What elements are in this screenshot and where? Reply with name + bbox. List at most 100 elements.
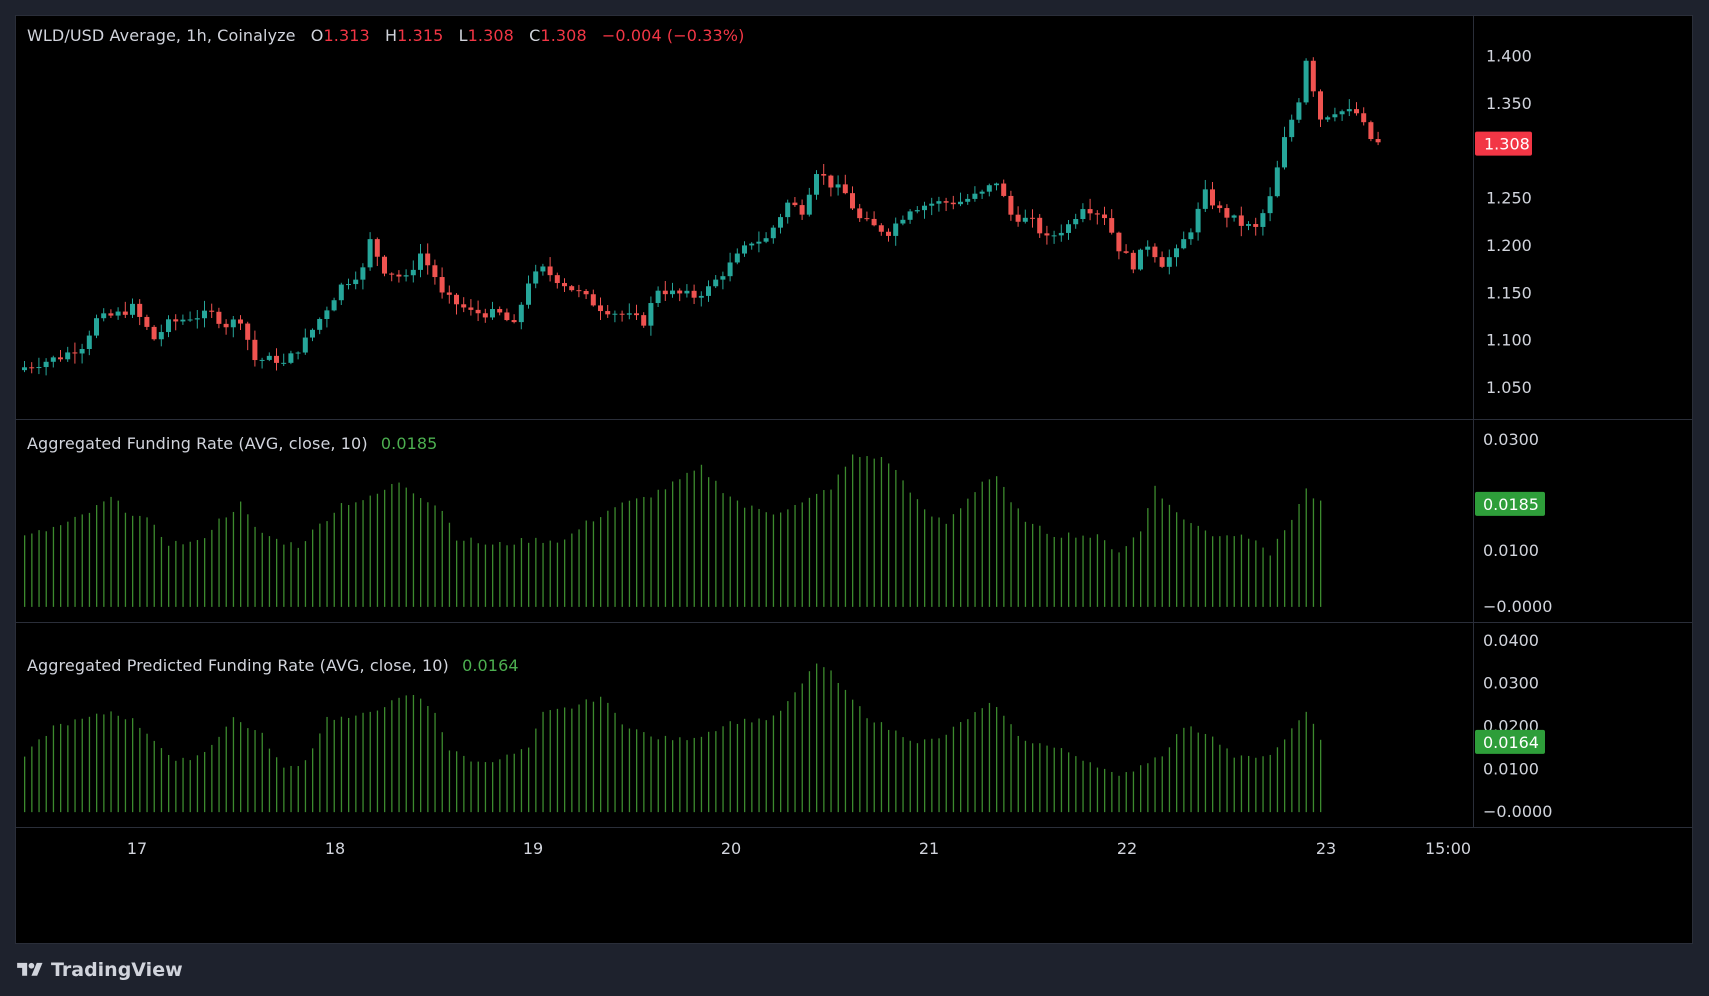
predicted-bar xyxy=(672,740,674,813)
candle xyxy=(886,228,891,242)
candle-body xyxy=(1058,232,1064,236)
predicted-bar xyxy=(1089,762,1091,813)
candle xyxy=(1260,209,1266,236)
candle xyxy=(468,299,474,316)
predicted-bar xyxy=(650,736,652,813)
funding-bar xyxy=(988,479,991,607)
predicted-bar xyxy=(247,728,249,813)
candle-body xyxy=(36,367,42,369)
funding-bar xyxy=(398,482,400,607)
low-value: 1.308 xyxy=(467,26,514,45)
candle xyxy=(1130,250,1136,274)
candle-body xyxy=(1174,248,1179,258)
predicted-bar xyxy=(1017,735,1019,813)
candle-body xyxy=(979,191,985,194)
predicted-bar xyxy=(261,732,263,813)
candle-body xyxy=(727,262,733,277)
funding-bar xyxy=(556,542,559,607)
candle xyxy=(670,282,675,298)
candle xyxy=(1145,240,1151,257)
predicted-bar xyxy=(484,762,487,813)
funding-bar xyxy=(182,544,184,607)
chart-frame[interactable]: 1.400 1.350 1.250 1.200 1.150 1.100 1.050 1.308… xyxy=(15,15,1693,944)
funding-bar xyxy=(24,535,26,607)
candle xyxy=(360,263,366,290)
predicted-bar xyxy=(456,751,458,813)
candle xyxy=(1030,209,1035,228)
candle xyxy=(806,187,812,217)
funding-bar xyxy=(1010,502,1012,607)
time-tick-label: 23 xyxy=(1316,839,1336,858)
predicted-bar xyxy=(1060,748,1063,813)
candle-body xyxy=(216,311,222,324)
candle xyxy=(1231,214,1237,222)
candle xyxy=(814,170,819,200)
candle xyxy=(1339,109,1345,121)
candle-body xyxy=(1253,224,1259,227)
candle-body xyxy=(288,353,294,363)
candle-body xyxy=(1145,246,1151,250)
tradingview-brand[interactable]: TradingView xyxy=(15,955,183,985)
predicted-tick-label: 0.0100 xyxy=(1483,759,1539,778)
predicted-bar xyxy=(1204,733,1207,813)
candle xyxy=(1080,203,1086,223)
candle-body xyxy=(562,283,567,287)
funding-bar xyxy=(81,514,83,607)
candle-body xyxy=(626,313,632,315)
time-tick-label: 20 xyxy=(721,839,741,858)
candle xyxy=(821,163,827,185)
predicted-tick-label: 0.0400 xyxy=(1483,631,1539,650)
candle-body xyxy=(936,201,942,204)
candle-body xyxy=(101,313,107,319)
candle-body xyxy=(598,305,603,312)
predicted-bar xyxy=(211,744,213,813)
funding-bar xyxy=(765,512,767,607)
candle xyxy=(1087,198,1093,221)
candle-body xyxy=(187,319,193,321)
candle xyxy=(173,314,179,331)
predicted-bar xyxy=(751,722,753,813)
predicted-bar xyxy=(1305,711,1307,813)
predicted-bar xyxy=(88,716,91,813)
candle-body xyxy=(1282,137,1287,168)
predicted-bar xyxy=(132,718,134,813)
candle xyxy=(590,289,596,307)
candle xyxy=(1202,179,1208,213)
candle xyxy=(295,351,301,360)
candle xyxy=(1310,57,1316,97)
candle-body xyxy=(389,273,395,275)
predicted-bar xyxy=(405,695,407,813)
predicted-bar xyxy=(420,698,422,813)
predicted-bar xyxy=(787,701,789,813)
candle xyxy=(223,319,229,335)
candle xyxy=(331,297,337,312)
candle xyxy=(187,311,193,322)
predicted-bar xyxy=(38,739,40,813)
funding-bar xyxy=(376,493,379,607)
funding-bar xyxy=(866,456,868,607)
candle-body xyxy=(1325,117,1331,120)
chart-svg[interactable]: 1.400 1.350 1.250 1.200 1.150 1.100 1.050 1.308… xyxy=(16,16,1693,944)
candle-body xyxy=(403,275,409,277)
candle-body xyxy=(670,290,675,295)
predicted-bar xyxy=(175,760,177,813)
predicted-bar xyxy=(981,708,983,813)
predicted-bar xyxy=(283,767,285,813)
candle xyxy=(1044,225,1050,245)
candle xyxy=(338,282,344,305)
candle-body xyxy=(274,355,279,363)
candle xyxy=(252,330,258,367)
candle xyxy=(727,252,733,282)
candle-body xyxy=(194,318,200,320)
funding-bar xyxy=(571,533,573,607)
predicted-bar xyxy=(592,701,595,813)
funding-bar xyxy=(218,518,220,607)
funding-bar xyxy=(348,504,350,607)
candle xyxy=(1289,114,1295,142)
funding-bar xyxy=(319,523,321,607)
predicted-bar xyxy=(578,704,580,813)
candle-body xyxy=(504,312,510,321)
predicted-bar xyxy=(153,740,155,813)
funding-bar xyxy=(852,454,854,607)
funding-bar xyxy=(823,490,825,607)
